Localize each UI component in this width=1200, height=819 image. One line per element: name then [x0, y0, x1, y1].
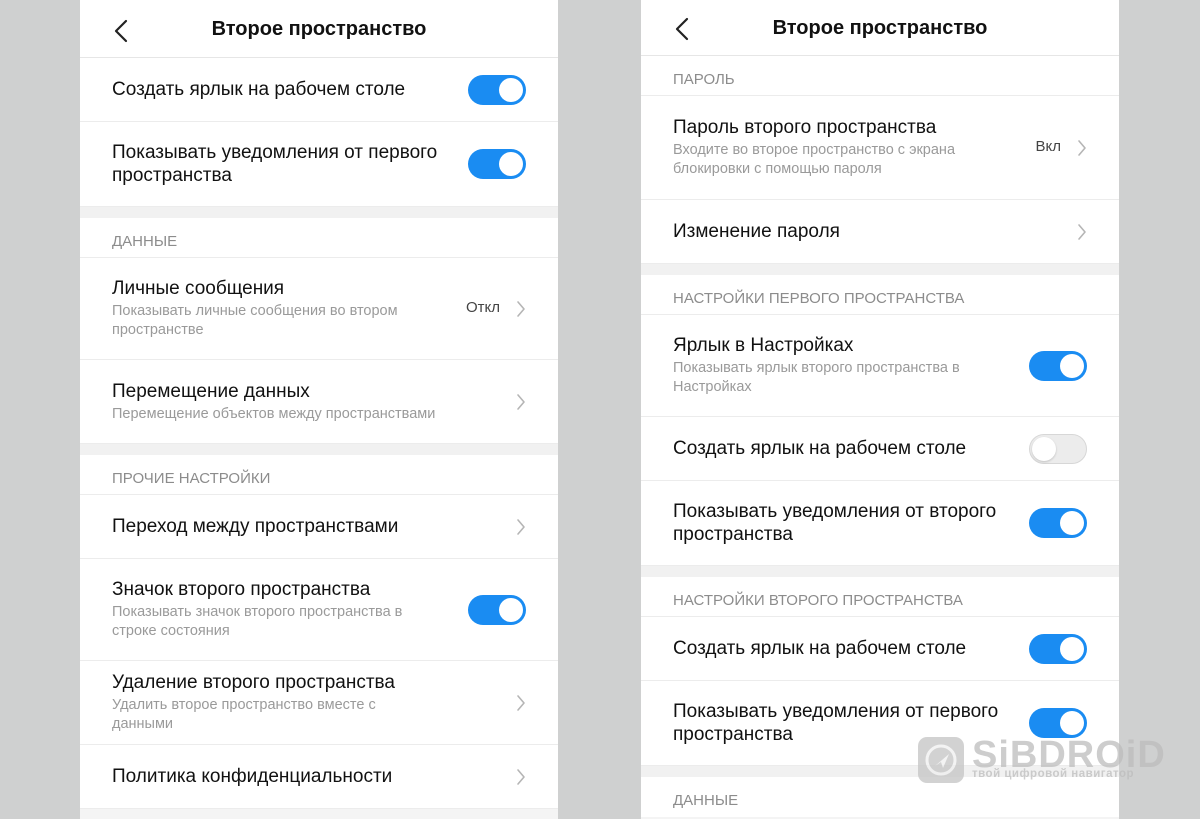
page-title: Второе пространство	[211, 18, 427, 40]
status-value: Вкл	[1035, 137, 1062, 155]
row-title: Удаление второго пространства	[112, 672, 395, 693]
section-header-first-space: НАСТРОЙКИ ПЕРВОГО ПРОСТРАНСТВА	[641, 275, 1119, 315]
desktop-shortcut-row[interactable]: Создать ярлык на рабочем столе	[641, 417, 1119, 481]
chevron-right-icon	[1078, 139, 1086, 156]
toggle-knob	[499, 597, 523, 622]
personal-messages-row[interactable]: Личные сообщения Показывать личные сообщ…	[80, 258, 558, 360]
toggle-knob	[499, 77, 523, 102]
row-title: Показывать уведомления от второго простр…	[673, 501, 997, 545]
space-password-row[interactable]: Пароль второго пространства Входите во в…	[641, 96, 1119, 200]
row-subtitle: Показывать личные сообщения во втором пр…	[112, 303, 398, 338]
section-gap	[80, 444, 558, 455]
delete-space-row[interactable]: Удаление второго пространства Удалить вт…	[80, 661, 558, 745]
section-header-other: ПРОЧИЕ НАСТРОЙКИ	[80, 455, 558, 495]
space-icon-toggle[interactable]	[468, 594, 526, 625]
chevron-right-icon	[517, 393, 525, 410]
chevron-right-icon	[517, 694, 525, 711]
show-notifications-toggle[interactable]	[468, 149, 526, 179]
toggle-knob	[499, 152, 523, 176]
left-screen: Второе пространство Создать ярлык на раб…	[80, 0, 558, 819]
create-shortcut-row[interactable]: Создать ярлык на рабочем столе	[80, 58, 558, 122]
section-header-password: ПАРОЛЬ	[641, 56, 1119, 96]
show-notifications-row[interactable]: Показывать уведомления от первого простр…	[80, 122, 558, 207]
row-title: Переход между пространствами	[112, 516, 399, 537]
status-value: Откл	[465, 298, 500, 316]
row-subtitle: Удалить второе пространство вместе с дан…	[112, 697, 376, 732]
page-title: Второе пространство	[772, 17, 988, 39]
section-header-second-space: НАСТРОЙКИ ВТОРОГО ПРОСТРАНСТВА	[641, 577, 1119, 617]
row-title: Создать ярлык на рабочем столе	[112, 79, 406, 100]
second-desktop-shortcut-row[interactable]: Создать ярлык на рабочем столе	[641, 617, 1119, 681]
row-title: Создать ярлык на рабочем столе	[673, 638, 967, 659]
row-subtitle: Показывать значок второго пространства в…	[112, 604, 403, 639]
data-move-row[interactable]: Перемещение данных Перемещение объектов …	[80, 360, 558, 444]
row-subtitle: Перемещение объектов между пространствам…	[112, 405, 436, 422]
toggle-knob	[1060, 711, 1084, 735]
toggle-knob	[1060, 511, 1084, 535]
header: Второе пространство	[641, 0, 1119, 56]
row-title: Ярлык в Настройках	[673, 335, 854, 356]
logo-icon	[918, 737, 964, 783]
toggle-knob	[1060, 636, 1084, 661]
row-title: Показывать уведомления от первого простр…	[112, 142, 438, 186]
privacy-policy-row[interactable]: Политика конфиденциальности	[80, 745, 558, 809]
row-subtitle: Показывать ярлык второго пространства в …	[673, 360, 960, 395]
space-icon-row[interactable]: Значок второго пространства Показывать з…	[80, 559, 558, 661]
settings-shortcut-row[interactable]: Ярлык в Настройках Показывать ярлык втор…	[641, 315, 1119, 417]
row-title: Создать ярлык на рабочем столе	[673, 438, 967, 459]
change-password-row[interactable]: Изменение пароля	[641, 200, 1119, 264]
chevron-right-icon	[517, 518, 525, 535]
section-gap	[80, 207, 558, 218]
second-desktop-shortcut-toggle[interactable]	[1029, 633, 1087, 664]
settings-shortcut-toggle[interactable]	[1029, 350, 1087, 381]
section-header-data: ДАННЫЕ	[80, 218, 558, 258]
row-title: Значок второго пространства	[112, 579, 371, 600]
right-screen: Второе пространство ПАРОЛЬ Пароль второг…	[641, 0, 1119, 819]
header: Второе пространство	[80, 0, 558, 58]
row-title: Личные сообщения	[112, 278, 285, 299]
toggle-knob	[1060, 353, 1084, 378]
chevron-right-icon	[517, 300, 525, 317]
row-title: Перемещение данных	[112, 380, 310, 402]
second-space-notifications-row[interactable]: Показывать уведомления от второго простр…	[641, 481, 1119, 566]
row-title: Политика конфиденциальности	[112, 766, 393, 787]
desktop-shortcut-toggle[interactable]	[1029, 433, 1087, 464]
section-gap	[641, 566, 1119, 577]
create-shortcut-toggle[interactable]	[468, 74, 526, 105]
row-title: Пароль второго пространства	[673, 117, 937, 138]
chevron-right-icon	[1078, 223, 1086, 240]
second-space-notifications-toggle[interactable]	[1029, 508, 1087, 538]
toggle-knob	[1032, 436, 1056, 461]
row-subtitle: Входите во второе пространство с экрана …	[673, 142, 956, 177]
chevron-right-icon	[517, 768, 525, 785]
switch-spaces-row[interactable]: Переход между пространствами	[80, 495, 558, 559]
row-title: Изменение пароля	[673, 221, 840, 242]
watermark-logo: SiBDROiD твой цифровой навигатор	[918, 734, 1165, 787]
section-gap	[641, 264, 1119, 275]
watermark-tagline: твой цифровой навигатор	[972, 768, 1134, 780]
